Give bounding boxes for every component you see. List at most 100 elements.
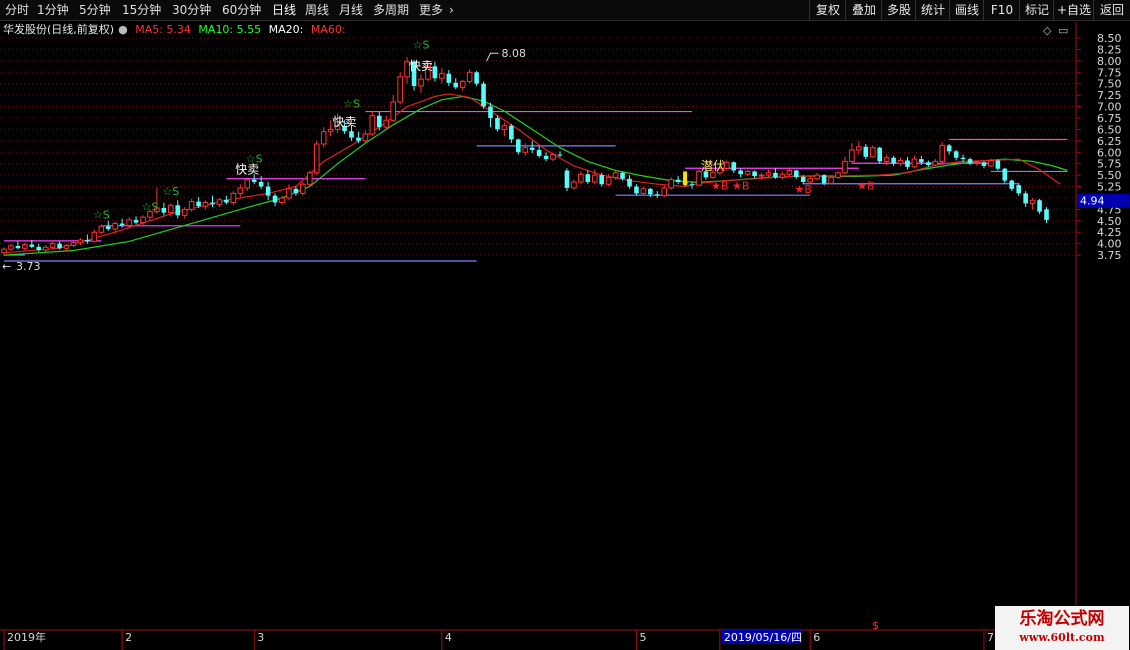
- sell-signal-label: ☆S: [142, 201, 159, 214]
- candle-body-down: [377, 115, 382, 128]
- candle-body-down: [272, 195, 278, 203]
- candle-body-down: [529, 147, 535, 150]
- ma-green-line: [3, 95, 1068, 256]
- candle-body-down: [251, 179, 257, 182]
- candle-body-up: [369, 115, 376, 135]
- candle-body-down: [794, 170, 799, 177]
- buy-signal-label: ★B: [732, 179, 749, 192]
- candle-body-down: [953, 151, 959, 158]
- candle-body-up: [897, 159, 904, 165]
- candle-body-down: [1044, 209, 1049, 220]
- candle-body-up: [550, 154, 556, 160]
- candle-body-down: [877, 147, 882, 162]
- candle-body-down: [863, 146, 869, 157]
- candle-body-down: [1009, 180, 1015, 189]
- candle-body-up: [439, 73, 445, 79]
- candle-body-up: [313, 143, 320, 174]
- x-tick-label: 6: [813, 631, 820, 644]
- candle-body-down: [585, 174, 591, 182]
- candle-body-down: [926, 162, 931, 166]
- candle-body-down: [557, 154, 563, 156]
- candle-body-down: [946, 145, 952, 152]
- candle-body-down: [446, 73, 452, 83]
- candle-body-down: [919, 159, 924, 163]
- candle-body-down: [627, 178, 632, 187]
- candle-body-up: [724, 161, 730, 169]
- candle-body-down: [1002, 168, 1008, 181]
- x-tick-label: 2: [125, 631, 132, 644]
- candle-body-down: [891, 157, 896, 164]
- x-tick-label: 5: [639, 631, 646, 644]
- candle-body-down: [620, 172, 625, 179]
- candle-body-down: [800, 176, 806, 182]
- candle-body-down: [1016, 185, 1021, 194]
- candle-body-up: [710, 172, 716, 178]
- candle-body-up: [696, 170, 702, 186]
- candle-body-up: [974, 161, 980, 164]
- x-tick-label: 4: [445, 631, 452, 644]
- candle-body-up: [237, 187, 244, 194]
- candle-body-up: [849, 149, 855, 162]
- candle-body-down: [1023, 193, 1028, 204]
- candle-body-up: [459, 80, 466, 88]
- candle-body-up: [835, 172, 841, 178]
- candle-body-up: [932, 160, 939, 166]
- candle-body-up: [869, 147, 876, 158]
- candle-body-down: [474, 72, 479, 84]
- candle-body-down: [349, 131, 354, 138]
- kline-chart[interactable]: 8.508.258.007.757.507.257.006.756.506.25…: [0, 0, 1130, 650]
- candle-body-up: [77, 239, 84, 244]
- candle-body-up: [883, 157, 890, 162]
- high-pointer: [486, 52, 499, 62]
- candle-body-down: [196, 201, 201, 207]
- candle-body-down: [543, 155, 549, 160]
- candle-body-up: [578, 173, 584, 183]
- candle-body-down: [495, 117, 500, 130]
- candle-body-down: [536, 149, 542, 156]
- sell-signal-label: ☆S: [413, 39, 430, 52]
- candle-body-up: [362, 133, 369, 142]
- low-price-label: 3.73: [16, 260, 41, 273]
- candle-body-down: [161, 208, 167, 213]
- candle-body-up: [244, 179, 251, 189]
- x-tick-label-highlight: 2019/05/16/四: [724, 631, 802, 644]
- watermark-name: 乐淘公式网: [1019, 609, 1105, 629]
- candle-body-down: [967, 159, 973, 164]
- x-tick-label: 2019年: [7, 630, 46, 644]
- candle-body-up: [327, 128, 334, 133]
- sell-signal-label: ☆S: [93, 209, 110, 222]
- candle-body-down: [36, 246, 42, 251]
- candle-body-up: [22, 244, 28, 249]
- candle-body-up: [8, 245, 14, 250]
- candle-body-up: [807, 178, 814, 183]
- candle-body-down: [731, 162, 737, 171]
- candle-body-up: [765, 172, 772, 176]
- sell-signal-label: ☆S: [162, 185, 179, 198]
- buy-signal-label: ★B: [711, 180, 728, 193]
- candle-body-up: [612, 172, 619, 178]
- candle-body-up: [383, 119, 390, 128]
- candle-body-down: [564, 170, 570, 188]
- candle-body-up: [216, 199, 223, 205]
- hidden-signal-label: 潜伏: [701, 159, 725, 173]
- candle-body-down: [224, 199, 229, 203]
- candle-body-down: [356, 137, 361, 141]
- candle-body-down: [488, 106, 493, 118]
- candle-body-up: [112, 223, 119, 230]
- candle-body-up: [188, 201, 195, 210]
- candle-body-up: [640, 188, 647, 194]
- candle-body-up: [779, 173, 786, 178]
- candle-body-down: [175, 205, 181, 216]
- candle-body-down: [995, 160, 1001, 169]
- candle-body-down: [293, 188, 299, 194]
- candle-body-up: [661, 187, 668, 197]
- candle-body-down: [905, 160, 910, 167]
- candle-body-down: [738, 170, 743, 175]
- candle-body-down: [960, 157, 966, 160]
- candle-body-down: [119, 223, 125, 226]
- candle-body-up: [98, 225, 105, 233]
- candle-body-up: [466, 71, 473, 82]
- candle-body-up: [522, 147, 529, 153]
- candle-body-up: [605, 176, 612, 185]
- candle-body-up: [140, 216, 146, 224]
